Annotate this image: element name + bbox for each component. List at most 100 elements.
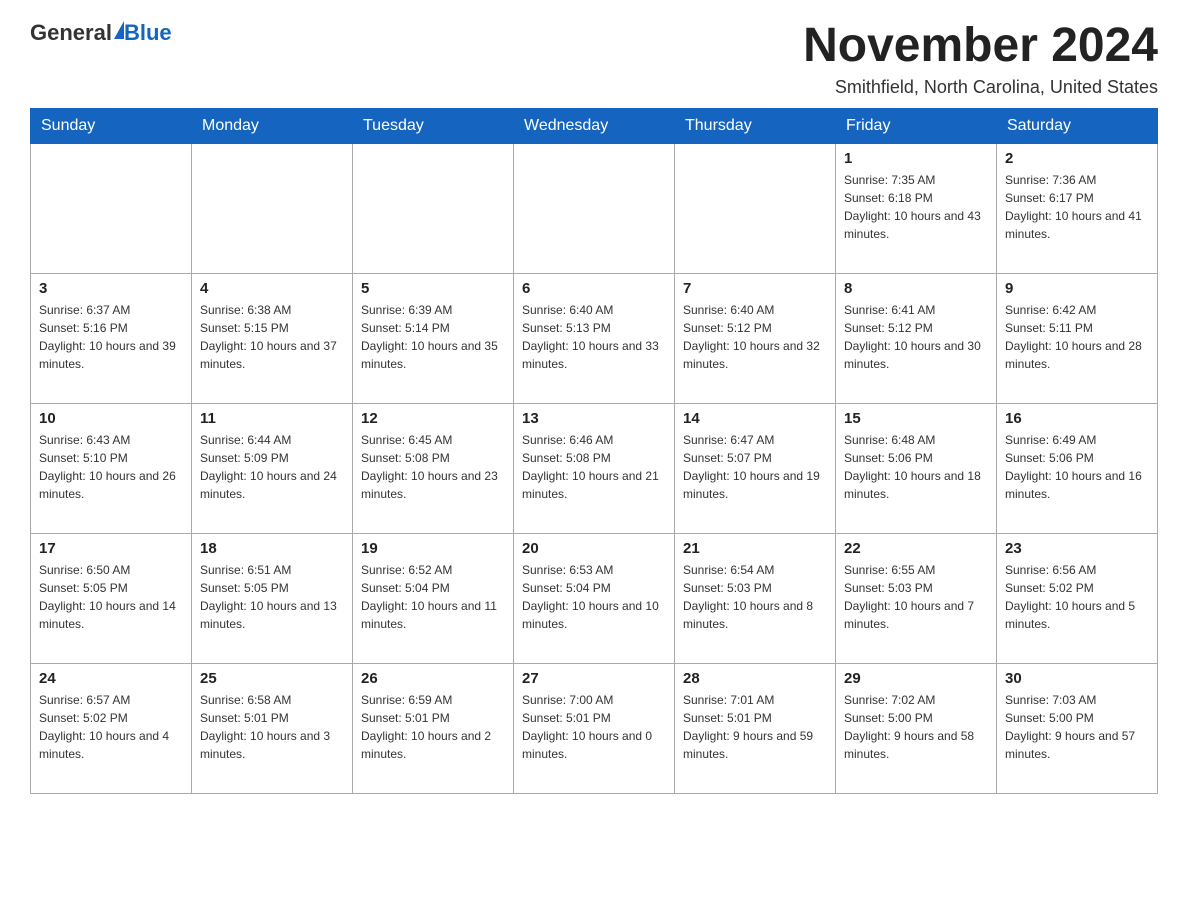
weekday-header-thursday: Thursday: [675, 108, 836, 143]
day-number: 27: [522, 670, 666, 687]
day-number: 9: [1005, 280, 1149, 297]
day-number: 3: [39, 280, 183, 297]
calendar-cell: [514, 143, 675, 273]
calendar-cell: [192, 143, 353, 273]
day-sun-info: Sunrise: 7:02 AMSunset: 5:00 PMDaylight:…: [844, 691, 988, 763]
day-sun-info: Sunrise: 6:46 AMSunset: 5:08 PMDaylight:…: [522, 431, 666, 503]
day-sun-info: Sunrise: 6:58 AMSunset: 5:01 PMDaylight:…: [200, 691, 344, 763]
day-number: 23: [1005, 540, 1149, 557]
title-area: November 2024 Smithfield, North Carolina…: [803, 20, 1158, 98]
day-number: 26: [361, 670, 505, 687]
calendar-cell: [675, 143, 836, 273]
day-sun-info: Sunrise: 6:39 AMSunset: 5:14 PMDaylight:…: [361, 301, 505, 373]
calendar-cell: 18Sunrise: 6:51 AMSunset: 5:05 PMDayligh…: [192, 533, 353, 663]
calendar-cell: 24Sunrise: 6:57 AMSunset: 5:02 PMDayligh…: [31, 663, 192, 793]
day-sun-info: Sunrise: 6:50 AMSunset: 5:05 PMDaylight:…: [39, 561, 183, 633]
calendar-cell: 30Sunrise: 7:03 AMSunset: 5:00 PMDayligh…: [997, 663, 1158, 793]
weekday-header-saturday: Saturday: [997, 108, 1158, 143]
day-sun-info: Sunrise: 6:47 AMSunset: 5:07 PMDaylight:…: [683, 431, 827, 503]
calendar-cell: 2 Sunrise: 7:36 AMSunset: 6:17 PMDaylight…: [997, 143, 1158, 273]
calendar-cell: 26 Sunrise: 6:59 AMSunset: 5:01 PMDayligh…: [353, 663, 514, 793]
day-sun-info: Sunrise: 6:40 AMSunset: 5:12 PMDaylight:…: [683, 301, 827, 373]
calendar-cell: 25 Sunrise: 6:58 AMSunset: 5:01 PMDayligh…: [192, 663, 353, 793]
day-number: 22: [844, 540, 988, 557]
calendar-cell: 10Sunrise: 6:43 AMSunset: 5:10 PMDayligh…: [31, 403, 192, 533]
calendar-cell: 8Sunrise: 6:41 AMSunset: 5:12 PMDaylight…: [836, 273, 997, 403]
weekday-header-sunday: Sunday: [31, 108, 192, 143]
calendar-cell: 20 Sunrise: 6:53 AMSunset: 5:04 PMDayligh…: [514, 533, 675, 663]
calendar-cell: 28 Sunrise: 7:01 AMSunset: 5:01 PMDayligh…: [675, 663, 836, 793]
day-number: 20: [522, 540, 666, 557]
day-sun-info: Sunrise: 6:42 AMSunset: 5:11 PMDaylight:…: [1005, 301, 1149, 373]
calendar-cell: 27 Sunrise: 7:00 AMSunset: 5:01 PMDayligh…: [514, 663, 675, 793]
day-sun-info: Sunrise: 7:36 AMSunset: 6:17 PMDaylight:…: [1005, 171, 1149, 243]
month-title: November 2024: [803, 20, 1158, 73]
day-sun-info: Sunrise: 6:59 AMSunset: 5:01 PMDaylight:…: [361, 691, 505, 763]
calendar-cell: 14 Sunrise: 6:47 AMSunset: 5:07 PMDayligh…: [675, 403, 836, 533]
day-number: 25: [200, 670, 344, 687]
day-sun-info: Sunrise: 6:38 AMSunset: 5:15 PMDaylight:…: [200, 301, 344, 373]
day-number: 2: [1005, 150, 1149, 167]
calendar-week-row: 17Sunrise: 6:50 AMSunset: 5:05 PMDayligh…: [31, 533, 1158, 663]
day-number: 19: [361, 540, 505, 557]
weekday-header-monday: Monday: [192, 108, 353, 143]
day-number: 4: [200, 280, 344, 297]
day-sun-info: Sunrise: 6:48 AMSunset: 5:06 PMDaylight:…: [844, 431, 988, 503]
calendar-cell: 6 Sunrise: 6:40 AMSunset: 5:13 PMDaylight…: [514, 273, 675, 403]
day-number: 18: [200, 540, 344, 557]
weekday-header-row: SundayMondayTuesdayWednesdayThursdayFrid…: [31, 108, 1158, 143]
calendar-cell: 17Sunrise: 6:50 AMSunset: 5:05 PMDayligh…: [31, 533, 192, 663]
day-sun-info: Sunrise: 6:54 AMSunset: 5:03 PMDaylight:…: [683, 561, 827, 633]
weekday-header-tuesday: Tuesday: [353, 108, 514, 143]
day-number: 14: [683, 410, 827, 427]
day-sun-info: Sunrise: 6:40 AMSunset: 5:13 PMDaylight:…: [522, 301, 666, 373]
day-sun-info: Sunrise: 7:01 AMSunset: 5:01 PMDaylight:…: [683, 691, 827, 763]
calendar-cell: 12 Sunrise: 6:45 AMSunset: 5:08 PMDayligh…: [353, 403, 514, 533]
day-sun-info: Sunrise: 6:37 AMSunset: 5:16 PMDaylight:…: [39, 301, 183, 373]
calendar-cell: 29Sunrise: 7:02 AMSunset: 5:00 PMDayligh…: [836, 663, 997, 793]
calendar-cell: 9 Sunrise: 6:42 AMSunset: 5:11 PMDaylight…: [997, 273, 1158, 403]
day-number: 30: [1005, 670, 1149, 687]
day-sun-info: Sunrise: 6:55 AMSunset: 5:03 PMDaylight:…: [844, 561, 988, 633]
day-number: 11: [200, 410, 344, 427]
day-number: 5: [361, 280, 505, 297]
calendar-cell: 13 Sunrise: 6:46 AMSunset: 5:08 PMDayligh…: [514, 403, 675, 533]
logo: General Blue: [30, 20, 172, 46]
calendar-cell: 23 Sunrise: 6:56 AMSunset: 5:02 PMDayligh…: [997, 533, 1158, 663]
calendar-week-row: 3 Sunrise: 6:37 AMSunset: 5:16 PMDaylight…: [31, 273, 1158, 403]
day-number: 12: [361, 410, 505, 427]
calendar-cell: 7Sunrise: 6:40 AMSunset: 5:12 PMDaylight…: [675, 273, 836, 403]
day-sun-info: Sunrise: 7:00 AMSunset: 5:01 PMDaylight:…: [522, 691, 666, 763]
day-number: 10: [39, 410, 183, 427]
day-sun-info: Sunrise: 6:52 AMSunset: 5:04 PMDaylight:…: [361, 561, 505, 633]
calendar-week-row: 24Sunrise: 6:57 AMSunset: 5:02 PMDayligh…: [31, 663, 1158, 793]
day-sun-info: Sunrise: 6:44 AMSunset: 5:09 PMDaylight:…: [200, 431, 344, 503]
calendar-cell: 1Sunrise: 7:35 AMSunset: 6:18 PMDaylight…: [836, 143, 997, 273]
day-number: 21: [683, 540, 827, 557]
location-subtitle: Smithfield, North Carolina, United State…: [803, 77, 1158, 98]
calendar-cell: 19 Sunrise: 6:52 AMSunset: 5:04 PMDayligh…: [353, 533, 514, 663]
weekday-header-wednesday: Wednesday: [514, 108, 675, 143]
day-sun-info: Sunrise: 6:56 AMSunset: 5:02 PMDaylight:…: [1005, 561, 1149, 633]
calendar-table: SundayMondayTuesdayWednesdayThursdayFrid…: [30, 108, 1158, 794]
calendar-week-row: 10Sunrise: 6:43 AMSunset: 5:10 PMDayligh…: [31, 403, 1158, 533]
calendar-cell: 15 Sunrise: 6:48 AMSunset: 5:06 PMDayligh…: [836, 403, 997, 533]
calendar-cell: 3 Sunrise: 6:37 AMSunset: 5:16 PMDaylight…: [31, 273, 192, 403]
logo-triangle-icon: [114, 21, 124, 39]
day-sun-info: Sunrise: 6:41 AMSunset: 5:12 PMDaylight:…: [844, 301, 988, 373]
day-sun-info: Sunrise: 6:53 AMSunset: 5:04 PMDaylight:…: [522, 561, 666, 633]
calendar-week-row: 1Sunrise: 7:35 AMSunset: 6:18 PMDaylight…: [31, 143, 1158, 273]
logo-blue-text: Blue: [124, 20, 172, 46]
day-number: 16: [1005, 410, 1149, 427]
day-number: 13: [522, 410, 666, 427]
day-number: 1: [844, 150, 988, 167]
calendar-cell: 22 Sunrise: 6:55 AMSunset: 5:03 PMDayligh…: [836, 533, 997, 663]
calendar-cell: [31, 143, 192, 273]
day-number: 15: [844, 410, 988, 427]
day-number: 28: [683, 670, 827, 687]
calendar-cell: 16Sunrise: 6:49 AMSunset: 5:06 PMDayligh…: [997, 403, 1158, 533]
calendar-cell: 11 Sunrise: 6:44 AMSunset: 5:09 PMDayligh…: [192, 403, 353, 533]
calendar-cell: 4 Sunrise: 6:38 AMSunset: 5:15 PMDaylight…: [192, 273, 353, 403]
day-number: 6: [522, 280, 666, 297]
day-sun-info: Sunrise: 6:45 AMSunset: 5:08 PMDaylight:…: [361, 431, 505, 503]
